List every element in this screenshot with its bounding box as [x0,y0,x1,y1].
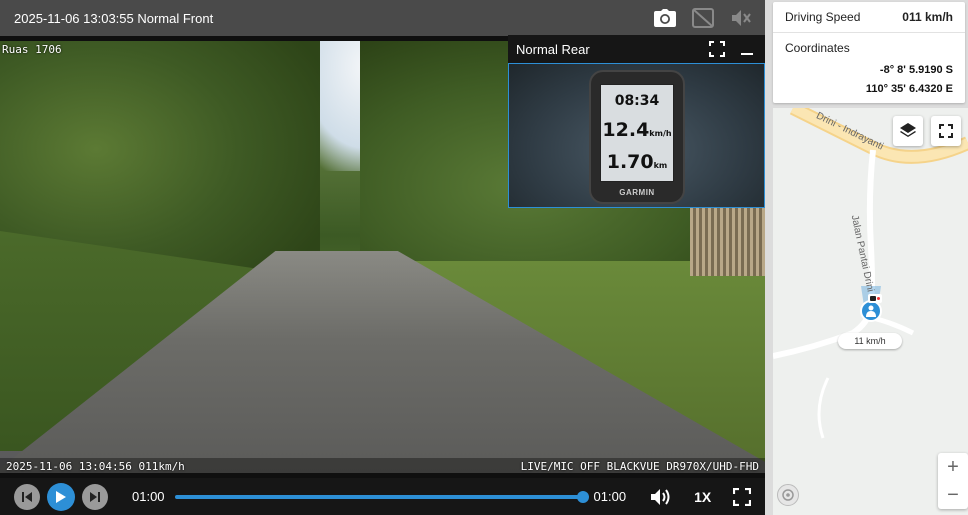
end-time: 01:00 [593,489,627,504]
info-panel: Driving Speed 011 km/h Coordinates -8° 8… [765,0,968,515]
longitude-value: 110° 35' 6.4320 E [865,83,953,95]
next-button[interactable] [82,483,108,510]
video-pane: 2025-11-06 13:03:55 Normal Front Ruas 17… [0,0,765,515]
gps-screen: 08:34 12.4km/h 1.70km [600,84,674,182]
camera-snapshot-icon[interactable] [651,4,679,32]
driving-speed-row: Driving Speed 011 km/h [773,2,965,33]
coordinates-label: Coordinates [785,41,850,55]
gps-speed-row: 12.4km/h [602,118,672,141]
rear-camera-view[interactable]: 08:34 12.4km/h 1.70km GARMIN [508,63,765,208]
dashcam-viewer: 2025-11-06 13:03:55 Normal Front Ruas 17… [0,0,968,515]
map-layers-button[interactable] [893,116,923,146]
skip-next-icon [90,491,100,502]
fullscreen-icon[interactable] [733,487,752,506]
playback-speed-button[interactable]: 1X [694,489,711,505]
gps-time: 08:34 [614,93,660,110]
timestamp-overlay: 2025-11-06 13:04:56 011km/h [6,460,185,473]
segment-label: Ruas 1706 [2,43,62,56]
video-title: 2025-11-06 13:03:55 Normal Front [14,10,214,26]
map-zoom-control: + − [938,453,968,509]
pip-title: Normal Rear [516,41,590,57]
playback-controls: 01:00 01:00 1X [0,478,765,515]
device-overlay: LIVE/MIC OFF BLACKVUE DR970X/UHD-FHD [520,460,759,473]
driving-speed-value: 011 km/h [902,10,953,24]
map-view[interactable]: Drini - Indrayanti Jalan Pantai Drini + … [773,108,968,515]
map-fullscreen-button[interactable] [931,116,961,146]
seek-knob[interactable] [576,490,589,503]
previous-button[interactable] [14,483,40,510]
scene-fence [690,206,765,276]
seek-bar[interactable] [174,490,589,503]
vehicle-speed-tag: 11 km/h [838,333,902,349]
compass-icon [782,489,794,501]
gps-distance: 1.70 [606,150,654,173]
gps-speed-unit: km/h [649,128,672,138]
gps-brand: GARMIN [619,188,655,197]
pip-minimize-icon[interactable] [735,37,759,61]
zoom-in-button[interactable]: + [938,453,968,481]
volume-icon[interactable] [650,488,672,506]
screen-capture-disabled-icon [689,4,717,32]
person-icon [866,305,876,317]
gps-distance-row: 1.70km [606,150,668,173]
map-attribution-icon[interactable] [777,484,799,506]
vehicle-marker[interactable] [860,300,882,322]
skip-previous-icon [22,491,32,502]
rear-camera-pip: Normal Rear 08:34 12.4km/h 1.70km GARMIN [508,35,765,208]
gps-speed: 12.4 [602,118,650,141]
zoom-out-button[interactable]: − [938,481,968,509]
camera-badge-icon [868,294,882,303]
play-button[interactable] [47,482,75,511]
pip-header: Normal Rear [508,35,765,63]
driving-speed-label: Driving Speed [785,10,861,24]
video-topbar: 2025-11-06 13:03:55 Normal Front [0,0,765,36]
gps-distance-unit: km [653,160,668,170]
info-card: Driving Speed 011 km/h Coordinates -8° 8… [773,2,965,103]
map-fullscreen-icon [939,124,953,138]
gps-device: 08:34 12.4km/h 1.70km GARMIN [589,70,685,204]
play-icon [56,490,66,503]
current-time: 01:00 [132,489,165,504]
pip-expand-icon[interactable] [705,37,729,61]
mute-disabled-icon [727,4,755,32]
layers-icon [900,123,916,137]
latitude-value: -8° 8' 5.9190 S [879,64,953,76]
